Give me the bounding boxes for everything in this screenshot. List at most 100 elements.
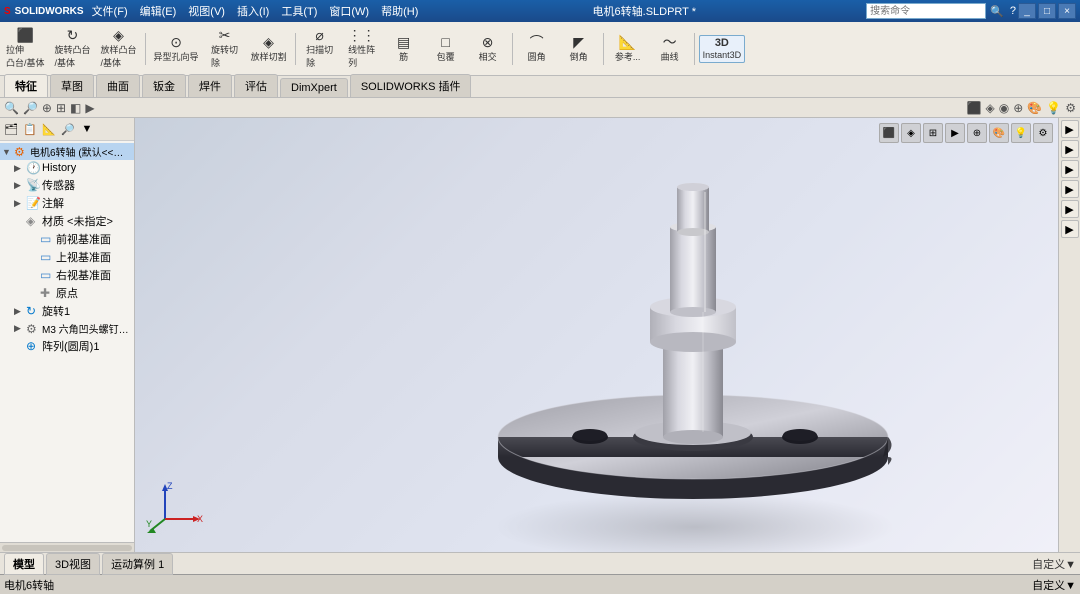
command-search[interactable] xyxy=(866,3,986,19)
revolve-boss-button[interactable]: ↻ 旋转凸台/基体 xyxy=(51,25,95,72)
display-icon-7[interactable]: ⚙ xyxy=(1065,101,1076,115)
extrude-boss-button[interactable]: ⬛ 拉伸凸台/基体 xyxy=(2,25,49,72)
fillet-button[interactable]: ⌒ 圆角 xyxy=(517,32,557,66)
close-button[interactable]: × xyxy=(1058,3,1076,19)
menu-view[interactable]: 视图(V) xyxy=(184,3,229,19)
tree-item-front-plane[interactable]: ▭ 前视基准面 xyxy=(0,230,134,248)
tree-item-history[interactable]: ▶ 🕐 History xyxy=(0,160,134,176)
view-ctrl-5[interactable]: ⊕ xyxy=(967,123,987,143)
tree-btn-4[interactable]: 🔎 xyxy=(59,120,77,138)
view-ctrl-6[interactable]: 🎨 xyxy=(989,123,1009,143)
menu-window[interactable]: 窗口(W) xyxy=(325,3,373,19)
tab-model[interactable]: 模型 xyxy=(4,553,44,575)
tree-item-sensors[interactable]: ▶ 📡 传感器 xyxy=(0,176,134,194)
search-icon[interactable]: 🔍 xyxy=(990,5,1004,18)
view-icon-5[interactable]: ◧ xyxy=(70,101,81,115)
tree-item-root[interactable]: ▼ ⚙ 电机6转轴 (默认<<默认>_显 xyxy=(0,143,134,160)
display-icon-5[interactable]: 🎨 xyxy=(1027,101,1042,115)
view-ctrl-8[interactable]: ⚙ xyxy=(1033,123,1053,143)
tab-dimxpert[interactable]: DimXpert xyxy=(280,78,348,97)
view-icon-6[interactable]: ▶ xyxy=(85,101,94,115)
view-icon-4[interactable]: ⊞ xyxy=(56,101,66,115)
loft-boss-button[interactable]: ◈ 放样凸台/基体 xyxy=(97,25,141,72)
display-icon-6[interactable]: 💡 xyxy=(1046,101,1061,115)
right-btn-6[interactable]: ▶ xyxy=(1061,220,1079,238)
wrap-icon: □ xyxy=(441,35,449,49)
view-icon-3[interactable]: ⊕ xyxy=(42,101,52,115)
3d-viewport[interactable]: Z X Y ⬛ ◈ ⊞ ▶ ⊕ 🎨 💡 ⚙ xyxy=(135,118,1058,552)
maximize-button[interactable]: □ xyxy=(1038,3,1056,19)
tree-scrollbar[interactable] xyxy=(0,542,134,552)
revolve-boss-icon: ↻ xyxy=(67,28,79,42)
loft-cut-icon: ◈ xyxy=(263,35,274,49)
material-icon: ◈ xyxy=(26,214,42,228)
hole-wizard-button[interactable]: ⊙ 异型孔向导 xyxy=(150,32,203,66)
tab-evaluate[interactable]: 评估 xyxy=(234,74,278,97)
right-btn-4[interactable]: ▶ xyxy=(1061,180,1079,198)
tab-sketch[interactable]: 草图 xyxy=(50,74,94,97)
menu-file[interactable]: 文件(F) xyxy=(88,3,132,19)
menu-insert[interactable]: 插入(I) xyxy=(233,3,273,19)
tree-btn-1[interactable]: 🗂 xyxy=(2,120,20,138)
display-icon-1[interactable]: ⬛ xyxy=(967,101,982,115)
view-icon-1[interactable]: 🔍 xyxy=(4,101,19,115)
tree-btn-filter[interactable]: ▼ xyxy=(78,120,96,138)
reference-button[interactable]: 📐 参考... xyxy=(608,32,648,66)
tree-item-pattern[interactable]: ⊕ 阵列(圆周)1 xyxy=(0,337,134,355)
tab-motion-study[interactable]: 运动算例 1 xyxy=(102,553,173,575)
instant3d-button[interactable]: 3D Instant3D xyxy=(699,35,746,63)
tree-item-annotations[interactable]: ▶ 📝 注解 xyxy=(0,194,134,212)
tree-item-bolt[interactable]: ▶ ⚙ M3 六角凹头螺钉的柱形沉... xyxy=(0,320,134,337)
display-icon-4[interactable]: ⊕ xyxy=(1013,101,1023,115)
tree-btn-2[interactable]: 📋 xyxy=(21,120,39,138)
menu-help[interactable]: 帮助(H) xyxy=(377,3,422,19)
right-btn-2[interactable]: ▶ xyxy=(1061,140,1079,158)
sep1 xyxy=(145,33,146,65)
tree-label-pattern: 阵列(圆周)1 xyxy=(42,338,99,354)
tree-item-origin[interactable]: ✚ 原点 xyxy=(0,284,134,302)
feature-tree-panel: 🗂 📋 📐 🔎 ▼ ▼ ⚙ 电机6转轴 (默认<<默认>_显 ▶ 🕐 Histo… xyxy=(0,118,135,552)
help-icon[interactable]: ? xyxy=(1010,5,1016,17)
display-icon-3[interactable]: ◉ xyxy=(999,101,1009,115)
right-btn-5[interactable]: ▶ xyxy=(1061,200,1079,218)
chamfer-button[interactable]: ◤ 倒角 xyxy=(559,32,599,66)
axis-indicator: Z X Y xyxy=(145,479,205,537)
minimize-button[interactable]: _ xyxy=(1018,3,1036,19)
loft-cut-button[interactable]: ◈ 放样切割 xyxy=(247,32,291,66)
tree-item-revolve1[interactable]: ▶ ↻ 旋转1 xyxy=(0,302,134,320)
menu-tools[interactable]: 工具(T) xyxy=(277,3,321,19)
tree-item-right-plane[interactable]: ▭ 右视基准面 xyxy=(0,266,134,284)
tab-solidworks-plugins[interactable]: SOLIDWORKS 插件 xyxy=(350,74,472,97)
tab-sheet-metal[interactable]: 钣金 xyxy=(142,74,186,97)
view-ctrl-4[interactable]: ▶ xyxy=(945,123,965,143)
display-icon-2[interactable]: ◈ xyxy=(986,101,995,115)
view-ctrl-2[interactable]: ◈ xyxy=(901,123,921,143)
tree-btn-3[interactable]: 📐 xyxy=(40,120,58,138)
view-ctrl-7[interactable]: 💡 xyxy=(1011,123,1031,143)
view-icon-2[interactable]: 🔎 xyxy=(23,101,38,115)
tab-surface[interactable]: 曲面 xyxy=(96,74,140,97)
tab-weldments[interactable]: 焊件 xyxy=(188,74,232,97)
status-customize[interactable]: 自定义▼ xyxy=(1032,577,1076,593)
tab-3d-view[interactable]: 3D视图 xyxy=(46,553,100,575)
view-ctrl-1[interactable]: ⬛ xyxy=(879,123,899,143)
customize-label[interactable]: 自定义▼ xyxy=(1032,556,1076,572)
instant3d-icon: 3D xyxy=(715,38,729,49)
wrap-button[interactable]: □ 包覆 xyxy=(426,32,466,66)
view-ctrl-3[interactable]: ⊞ xyxy=(923,123,943,143)
sweep-cut-button[interactable]: ⌀ 扫描切除 xyxy=(300,25,340,72)
pattern-icon: ⊕ xyxy=(26,339,42,353)
front-plane-icon: ▭ xyxy=(40,232,56,246)
right-btn-1[interactable]: ▶ xyxy=(1061,120,1079,138)
menu-edit[interactable]: 编辑(E) xyxy=(136,3,181,19)
tree-item-material[interactable]: ◈ 材质 <未指定> xyxy=(0,212,134,230)
rib-button[interactable]: ▤ 筋 xyxy=(384,32,424,66)
right-btn-3[interactable]: ▶ xyxy=(1061,160,1079,178)
intersect-button[interactable]: ⊗ 相交 xyxy=(468,32,508,66)
curves-button[interactable]: 〜 曲线 xyxy=(650,32,690,66)
revolve-cut-button[interactable]: ✂ 旋转切除 xyxy=(205,25,245,72)
linear-pattern-button[interactable]: ⋮⋮ 线性阵列 xyxy=(342,25,382,72)
tree-item-top-plane[interactable]: ▭ 上视基准面 xyxy=(0,248,134,266)
tab-features[interactable]: 特征 xyxy=(4,74,48,97)
intersect-icon: ⊗ xyxy=(482,35,494,49)
